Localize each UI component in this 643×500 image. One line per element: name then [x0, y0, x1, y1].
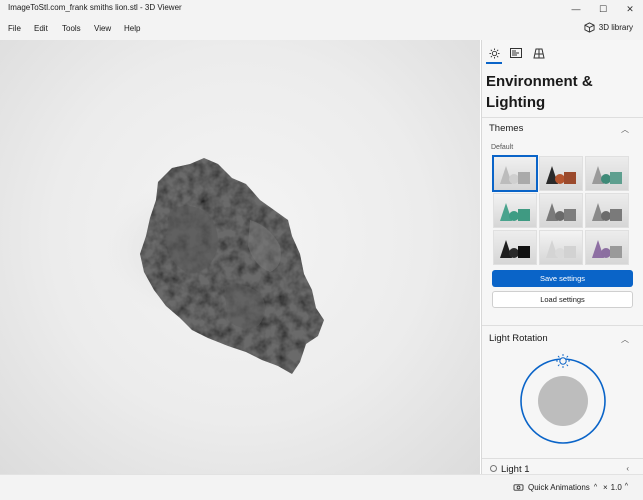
- save-settings-button[interactable]: Save settings: [492, 270, 633, 287]
- theme-preview-icon: [546, 240, 576, 258]
- theme-preview-icon: [500, 240, 530, 258]
- theme-tile[interactable]: [585, 193, 629, 228]
- theme-preview-icon: [500, 203, 530, 221]
- 3d-library-label: 3D library: [598, 23, 633, 32]
- minimize-icon: —: [571, 4, 581, 14]
- divider: [482, 117, 643, 118]
- quick-animations-button[interactable]: Quick Animations ^: [513, 483, 597, 492]
- environment-tab[interactable]: [486, 44, 502, 62]
- theme-tile[interactable]: [493, 230, 537, 265]
- theme-tile[interactable]: [539, 193, 583, 228]
- grid-icon: [533, 48, 545, 58]
- sun-handle-icon[interactable]: [556, 354, 570, 368]
- chevron-up-icon: ^: [624, 483, 629, 490]
- sun-icon: [488, 47, 500, 59]
- window-title: ImageToStl.com_frank smiths lion.stl - 3…: [8, 3, 182, 12]
- theme-tile[interactable]: [585, 156, 629, 191]
- light-rotation-heading[interactable]: Light Rotation: [489, 333, 548, 344]
- divider: [482, 325, 643, 326]
- light1-radio[interactable]: [490, 465, 497, 472]
- maximize-button[interactable]: ☐: [590, 0, 616, 18]
- quick-animations-label: Quick Animations: [528, 483, 590, 492]
- chevron-up-icon[interactable]: ︿: [621, 124, 629, 135]
- menu-tools[interactable]: Tools: [62, 24, 81, 33]
- theme-tile[interactable]: [585, 230, 629, 265]
- light-sphere: [538, 376, 588, 426]
- menu-view[interactable]: View: [94, 24, 111, 33]
- divider: [482, 458, 643, 459]
- chevron-left-icon[interactable]: ‹: [626, 464, 629, 473]
- animation-icon: [513, 484, 524, 491]
- speed-prefix: ×: [603, 483, 608, 492]
- theme-preview-icon: [592, 203, 622, 221]
- 3d-library-button[interactable]: 3D library: [584, 22, 633, 33]
- light1-heading[interactable]: Light 1: [501, 464, 530, 474]
- load-settings-button[interactable]: Load settings: [492, 291, 633, 308]
- minimize-button[interactable]: —: [563, 0, 589, 18]
- theme-preview-icon: [592, 240, 622, 258]
- menu-edit[interactable]: Edit: [34, 24, 48, 33]
- stats-icon: [510, 48, 522, 58]
- theme-preview-icon: [592, 166, 622, 184]
- theme-preview-icon: [500, 166, 530, 184]
- close-icon: ✕: [626, 3, 634, 14]
- chevron-up-icon[interactable]: ︿: [621, 334, 629, 345]
- theme-preview-icon: [546, 203, 576, 221]
- themes-heading[interactable]: Themes: [489, 123, 523, 134]
- theme-tile[interactable]: [539, 230, 583, 265]
- menu-file[interactable]: File: [8, 24, 21, 33]
- side-panel: Environment & Lighting Themes ︿ Default …: [481, 40, 643, 474]
- title-bar: ImageToStl.com_frank smiths lion.stl - 3…: [0, 0, 643, 18]
- theme-tile[interactable]: [492, 155, 538, 192]
- light-rotation-dial[interactable]: [518, 352, 608, 449]
- speed-selector[interactable]: × 1.0 ^: [603, 483, 628, 492]
- maximize-icon: ☐: [598, 3, 608, 14]
- speed-value: 1.0: [610, 483, 622, 492]
- lion-model[interactable]: [0, 40, 480, 474]
- theme-tile[interactable]: [493, 193, 537, 228]
- menu-help[interactable]: Help: [124, 24, 140, 33]
- 3d-viewport[interactable]: [0, 40, 480, 474]
- active-tab-indicator: [486, 62, 502, 64]
- theme-tile[interactable]: [539, 156, 583, 191]
- theme-preview-icon: [546, 166, 576, 184]
- menu-bar: File Edit Tools View Help 3D library: [0, 18, 643, 40]
- close-button[interactable]: ✕: [617, 0, 643, 18]
- grid-tab[interactable]: [531, 44, 547, 62]
- panel-title: Environment & Lighting: [486, 73, 593, 111]
- status-bar: Quick Animations ^ × 1.0 ^: [0, 474, 643, 500]
- themes-default-label: Default: [491, 144, 514, 151]
- stats-tab[interactable]: [508, 44, 524, 62]
- theme-grid: [492, 155, 632, 265]
- chevron-up-icon: ^: [593, 484, 598, 491]
- cube-icon: [584, 22, 595, 33]
